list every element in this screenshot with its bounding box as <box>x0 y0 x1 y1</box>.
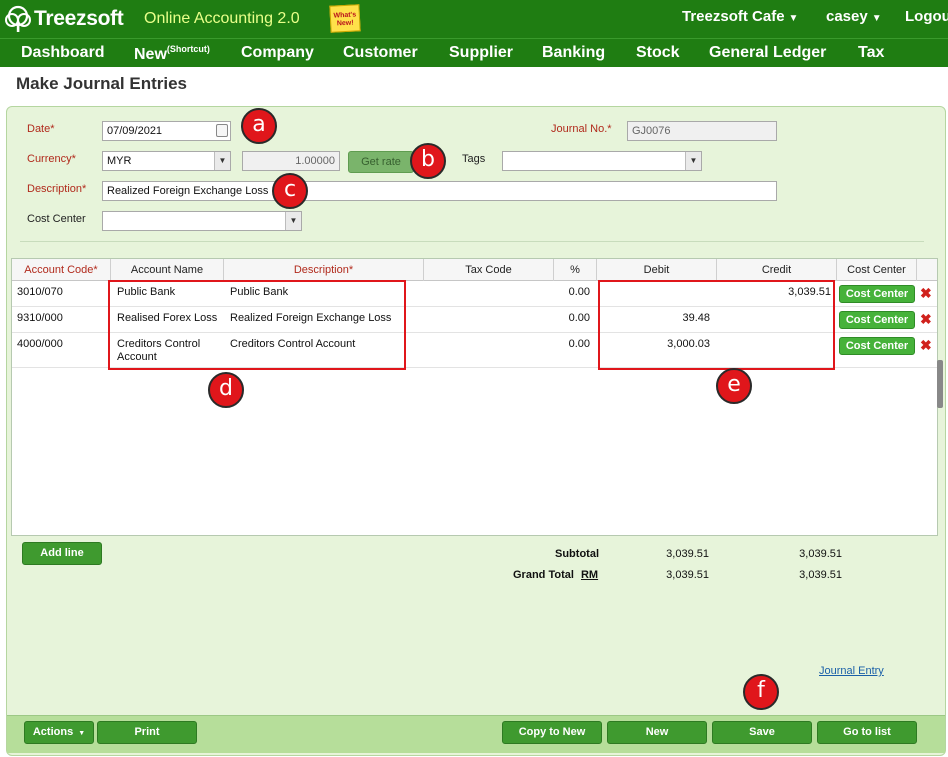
col-tax-code: Tax Code <box>424 259 554 281</box>
form-divider <box>20 241 924 242</box>
copy-to-new-button[interactable]: Copy to New <box>502 721 602 744</box>
annotation-box-d <box>108 280 406 370</box>
annotation-marker-e: e <box>716 368 752 404</box>
print-button[interactable]: Print <box>97 721 197 744</box>
subtotal-label: Subtotal <box>555 548 599 560</box>
product-name: Online Accounting 2.0 <box>144 10 300 27</box>
page-title: Make Journal Entries <box>16 74 188 93</box>
tree-logo-icon <box>5 5 31 32</box>
row2-percent[interactable]: 0.00 <box>548 312 590 324</box>
col-account-code: Account Code* <box>12 259 111 281</box>
annotation-box-e <box>598 280 835 370</box>
chevron-down-icon: ▼ <box>285 212 301 230</box>
user-menu[interactable]: casey ▼ <box>826 8 882 25</box>
row3-delete-icon[interactable]: ✖ <box>920 338 932 352</box>
actions-label: Actions <box>32 726 74 738</box>
row3-cost-center-button[interactable]: Cost Center <box>839 337 915 355</box>
date-label: Date* <box>27 123 55 135</box>
col-description: Description* <box>224 259 424 281</box>
chevron-down-icon: ▼ <box>788 13 799 24</box>
nav-supplier[interactable]: Supplier <box>449 44 513 62</box>
annotation-marker-f: f <box>743 674 779 710</box>
subtotal-debit: 3,039.51 <box>666 548 709 560</box>
col-percent: % <box>554 259 597 281</box>
get-rate-button[interactable]: Get rate <box>348 151 414 173</box>
logout-link[interactable]: Logout <box>905 8 948 25</box>
go-to-list-button[interactable]: Go to list <box>817 721 917 744</box>
tags-label: Tags <box>462 153 486 165</box>
row1-account-code[interactable]: 3010/070 <box>17 286 63 298</box>
logo-text: Treezsoft <box>34 7 124 30</box>
scrollbar-thumb[interactable] <box>937 360 943 408</box>
nav-new-label: New <box>134 46 167 63</box>
nav-general-ledger[interactable]: General Ledger <box>709 44 826 62</box>
cost-center-select[interactable]: ▼ <box>102 211 302 231</box>
row1-percent[interactable]: 0.00 <box>548 286 590 298</box>
cost-center-label: Cost Center <box>27 213 86 225</box>
grand-total-label: Grand Total RM <box>513 569 598 581</box>
col-credit: Credit <box>717 259 837 281</box>
row2-delete-icon[interactable]: ✖ <box>920 312 932 326</box>
row2-cost-center-button[interactable]: Cost Center <box>839 311 915 329</box>
grand-total-text: Grand Total <box>513 569 574 581</box>
tags-select[interactable]: ▼ <box>502 151 702 171</box>
chevron-down-icon: ▼ <box>685 152 701 170</box>
chevron-down-icon: ▼ <box>78 730 86 737</box>
nav-dashboard[interactable]: Dashboard <box>21 44 105 62</box>
annotation-marker-b: b <box>410 143 446 179</box>
journal-no-input[interactable]: GJ0076 <box>627 121 777 141</box>
grand-total-debit: 3,039.51 <box>666 569 709 581</box>
annotation-marker-d: d <box>208 372 244 408</box>
currency-label: Currency* <box>27 153 76 165</box>
currency-select[interactable]: MYR ▼ <box>102 151 231 171</box>
calendar-icon[interactable] <box>216 124 228 137</box>
company-name: Treezsoft Cafe <box>682 8 785 25</box>
annotation-marker-c: c <box>272 173 308 209</box>
row3-account-code[interactable]: 4000/000 <box>17 338 63 350</box>
row1-delete-icon[interactable]: ✖ <box>920 286 932 300</box>
actions-button[interactable]: Actions ▼ <box>24 721 94 744</box>
table-header: Account Code* Account Name Description* … <box>12 259 937 281</box>
whats-new-badge[interactable]: What's New! <box>329 4 361 33</box>
chevron-down-icon: ▼ <box>214 152 230 170</box>
description-label: Description* <box>27 183 87 195</box>
app-logo[interactable]: Treezsoft <box>4 3 124 35</box>
col-cost-center: Cost Center <box>837 259 917 281</box>
nav-banking[interactable]: Banking <box>542 44 605 62</box>
col-debit: Debit <box>597 259 717 281</box>
row3-percent[interactable]: 0.00 <box>548 338 590 350</box>
user-name: casey <box>826 8 868 25</box>
nav-company[interactable]: Company <box>241 44 314 62</box>
top-header: Treezsoft Online Accounting 2.0 What's N… <box>0 0 948 38</box>
annotation-marker-a: a <box>241 108 277 144</box>
exchange-rate-input[interactable]: 1.00000 <box>242 151 340 171</box>
journal-entry-link[interactable]: Journal Entry <box>819 665 884 677</box>
nav-customer[interactable]: Customer <box>343 44 418 62</box>
grand-total-credit: 3,039.51 <box>799 569 842 581</box>
nav-tax[interactable]: Tax <box>858 44 884 62</box>
date-value: 07/09/2021 <box>107 125 163 137</box>
save-button[interactable]: Save <box>712 721 812 744</box>
row1-cost-center-button[interactable]: Cost Center <box>839 285 915 303</box>
date-input[interactable]: 07/09/2021 <box>102 121 231 141</box>
journal-no-label: Journal No.* <box>551 123 612 135</box>
company-menu[interactable]: Treezsoft Cafe ▼ <box>682 8 798 25</box>
nav-new[interactable]: New(Shortcut) <box>134 44 210 64</box>
new-button[interactable]: New <box>607 721 707 744</box>
currency-value: MYR <box>107 155 132 167</box>
nav-stock[interactable]: Stock <box>636 44 680 62</box>
add-line-button[interactable]: Add line <box>22 542 102 565</box>
row2-account-code[interactable]: 9310/000 <box>17 312 63 324</box>
chevron-down-icon: ▼ <box>871 13 882 24</box>
nav-new-suffix: (Shortcut) <box>166 44 210 54</box>
currency-code-link[interactable]: RM <box>581 569 598 581</box>
description-input[interactable]: Realized Foreign Exchange Loss <box>102 181 777 201</box>
main-nav: Dashboard New(Shortcut) Company Customer… <box>0 38 948 67</box>
subtotal-credit: 3,039.51 <box>799 548 842 560</box>
col-account-name: Account Name <box>111 259 224 281</box>
